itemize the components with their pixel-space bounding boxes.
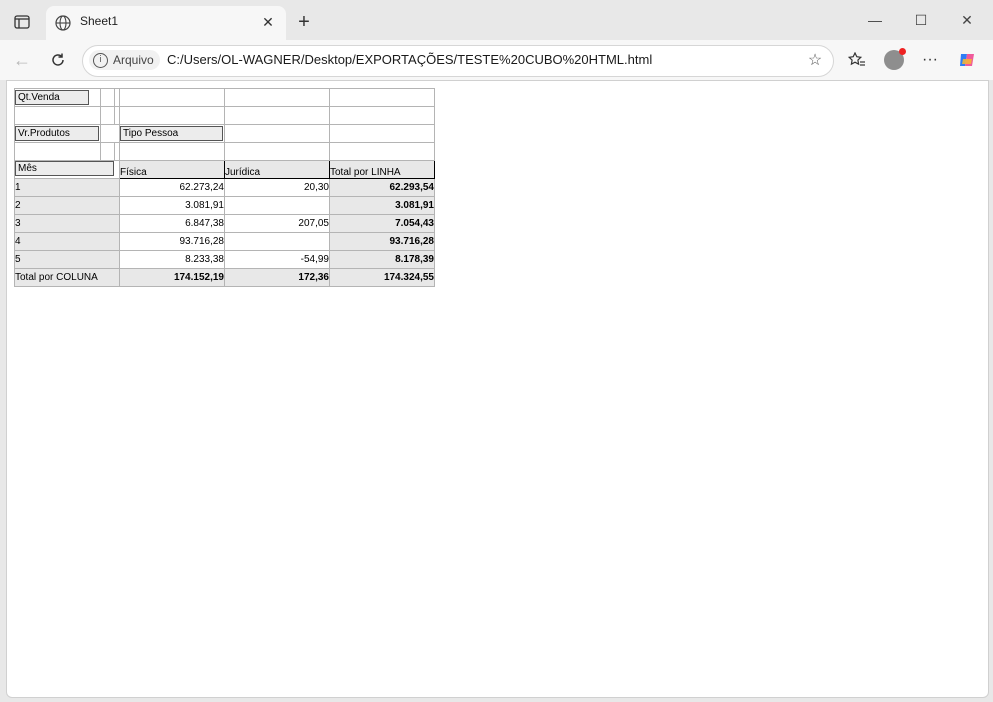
globe-icon [54, 14, 72, 32]
star-icon[interactable]: ☆ [805, 50, 825, 70]
close-tab-icon[interactable]: ✕ [258, 12, 278, 32]
table-row: 1 62.273,24 20,30 62.293,54 [14, 178, 435, 197]
row-label: 5 [14, 250, 120, 269]
row-label: 3 [14, 214, 120, 233]
address-badge-label: Arquivo [113, 53, 154, 67]
profile-avatar[interactable] [881, 48, 907, 72]
row-label: 4 [14, 232, 120, 251]
page-content: Qt.Venda Vr.Produtos Tipo Pessoa Mês Fís… [6, 80, 989, 698]
field-tipo-pessoa[interactable]: Tipo Pessoa [120, 126, 223, 141]
browser-window: Sheet1 ✕ + — ☐ ✕ ← i Arquivo C:/Users/OL… [0, 0, 993, 702]
pivot-grid: Qt.Venda Vr.Produtos Tipo Pessoa Mês Fís… [14, 88, 435, 287]
cell-total: 8.178,39 [329, 250, 435, 269]
row-label: 1 [14, 178, 120, 197]
toolbar: ← i Arquivo C:/Users/OL-WAGNER/Desktop/E… [0, 40, 993, 80]
back-icon[interactable]: ← [10, 48, 34, 72]
cell-fisica: 93.716,28 [119, 232, 225, 251]
notification-dot [899, 48, 906, 55]
cell-juridica: 20,30 [224, 178, 330, 197]
cell-fisica: 6.847,38 [119, 214, 225, 233]
cell-fisica: 3.081,91 [119, 196, 225, 215]
address-bar[interactable]: i Arquivo C:/Users/OL-WAGNER/Desktop/EXP… [82, 45, 834, 77]
table-row: 5 8.233,38 -54,99 8.178,39 [14, 250, 435, 269]
site-info-button[interactable]: i Arquivo [89, 50, 160, 70]
close-window-icon[interactable]: ✕ [947, 8, 987, 32]
minimize-icon[interactable]: — [855, 8, 895, 32]
total-fisica: 174.152,19 [119, 268, 225, 287]
cell-juridica [224, 196, 330, 215]
favorites-icon[interactable] [844, 48, 870, 72]
cell-fisica: 62.273,24 [119, 178, 225, 197]
field-mes[interactable]: Mês [15, 161, 114, 176]
tab-strip: Sheet1 ✕ + — ☐ ✕ [0, 0, 993, 40]
cell-juridica: 207,05 [224, 214, 330, 233]
tab-title: Sheet1 [80, 14, 119, 28]
field-qt-venda[interactable]: Qt.Venda [15, 90, 89, 105]
table-row: 3 6.847,38 207,05 7.054,43 [14, 214, 435, 233]
row-label: 2 [14, 196, 120, 215]
table-row: 4 93.716,28 93.716,28 [14, 232, 435, 251]
cell-total: 93.716,28 [329, 232, 435, 251]
pivot-table: Qt.Venda Vr.Produtos Tipo Pessoa Mês Fís… [14, 88, 435, 287]
url-text[interactable]: C:/Users/OL-WAGNER/Desktop/EXPORTAÇÕES/T… [167, 52, 652, 67]
cell-juridica [224, 232, 330, 251]
cell-total: 62.293,54 [329, 178, 435, 197]
info-icon: i [93, 52, 108, 68]
maximize-icon[interactable]: ☐ [901, 8, 941, 32]
cell-juridica: -54,99 [224, 250, 330, 269]
more-icon[interactable]: ··· [917, 48, 943, 72]
total-grand: 174.324,55 [329, 268, 435, 287]
total-juridica: 172,36 [224, 268, 330, 287]
cell-total: 7.054,43 [329, 214, 435, 233]
tab-actions-icon[interactable] [10, 10, 34, 34]
col-header-juridica: Jurídica [224, 160, 330, 179]
refresh-icon[interactable] [46, 48, 70, 72]
table-row: 2 3.081,91 3.081,91 [14, 196, 435, 215]
total-row: Total por COLUNA 174.152,19 172,36 174.3… [14, 268, 435, 287]
tab-sheet1[interactable]: Sheet1 ✕ [46, 6, 286, 40]
field-vr-produtos[interactable]: Vr.Produtos [15, 126, 99, 141]
copilot-icon[interactable] [954, 48, 980, 72]
new-tab-icon[interactable]: + [292, 10, 316, 34]
col-header-total-linha: Total por LINHA [329, 160, 435, 179]
total-row-label: Total por COLUNA [14, 268, 120, 287]
cell-total: 3.081,91 [329, 196, 435, 215]
col-header-fisica: Física [119, 160, 225, 179]
cell-fisica: 8.233,38 [119, 250, 225, 269]
